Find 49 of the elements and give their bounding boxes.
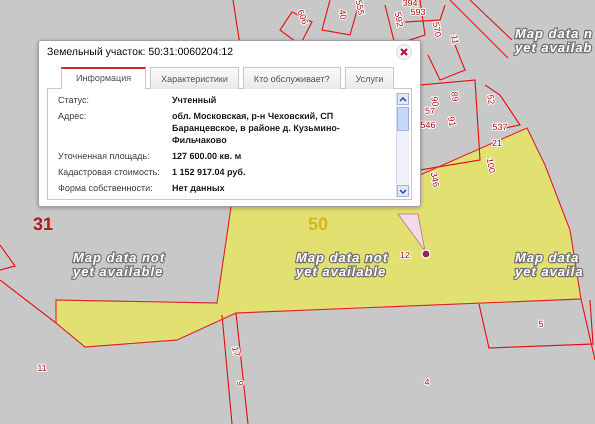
plot-number: 5	[538, 319, 544, 329]
plot-number: 31	[32, 214, 54, 234]
scroll-down-icon[interactable]	[397, 185, 409, 197]
plot-number: 50	[308, 214, 328, 234]
plot-number: 100	[484, 157, 498, 174]
plot-number: 9	[234, 380, 246, 387]
field-label: Кадастровая стоимость:	[58, 166, 161, 178]
field-value: Нет данных	[172, 182, 226, 194]
plot-number: 89	[449, 90, 461, 102]
field-label: Адрес:	[58, 110, 88, 123]
scroll-thumb[interactable]	[397, 107, 409, 131]
field-value: 127 600.00 кв. м	[172, 150, 242, 162]
plot-number: 11	[37, 363, 47, 373]
scrollbar[interactable]	[396, 93, 409, 197]
field-value: 1 152 917.04 руб.	[172, 166, 246, 178]
plot-number: 12	[400, 250, 410, 260]
plot-number: 57	[425, 106, 435, 116]
popup-pointer	[397, 214, 426, 252]
plot-number: 40	[337, 8, 349, 20]
field-label: Форма собственности:	[58, 182, 154, 194]
map-notice: Map data not yet available	[73, 250, 166, 279]
plot-number: 394	[402, 0, 418, 8]
plot-number: 606	[296, 8, 310, 26]
map-notice: Map data not yet available	[296, 250, 388, 279]
plot-number: 592	[392, 11, 406, 28]
plot-number: 91	[446, 116, 458, 128]
map-notice: Map data n yet availab	[515, 26, 593, 55]
popup-title: Земельный участок: 50:31:0060204:12	[47, 46, 234, 58]
plot-number: 570	[430, 21, 444, 38]
field-value: обл. Московская, р-н Чеховский, СП Баранцевское, в районе д. Кузьмино-Фильчаково	[172, 110, 341, 146]
plot-number: 11	[449, 34, 461, 45]
tab[interactable]: Характеристики	[150, 67, 239, 89]
plot-number: 52	[485, 94, 497, 106]
plot-number: 546	[420, 120, 436, 130]
plot-number: 555	[354, 0, 366, 16]
field-value: Учтенный	[172, 94, 218, 106]
plot-number: 346	[428, 171, 442, 188]
scroll-up-icon[interactable]	[397, 93, 409, 105]
field-label: Уточненная площадь:	[58, 150, 151, 162]
plot-number: 4	[424, 377, 430, 387]
field-label: Статус:	[58, 94, 90, 106]
close-button[interactable]	[396, 44, 412, 60]
tab[interactable]: Услуги	[344, 67, 394, 89]
close-icon	[400, 48, 408, 56]
plot-number: 17	[230, 346, 242, 358]
tab[interactable]: Информация	[61, 67, 146, 89]
location-marker[interactable]	[421, 249, 431, 259]
tab[interactable]: Кто обслуживает?	[242, 67, 341, 89]
plot-number: 90	[429, 96, 441, 108]
